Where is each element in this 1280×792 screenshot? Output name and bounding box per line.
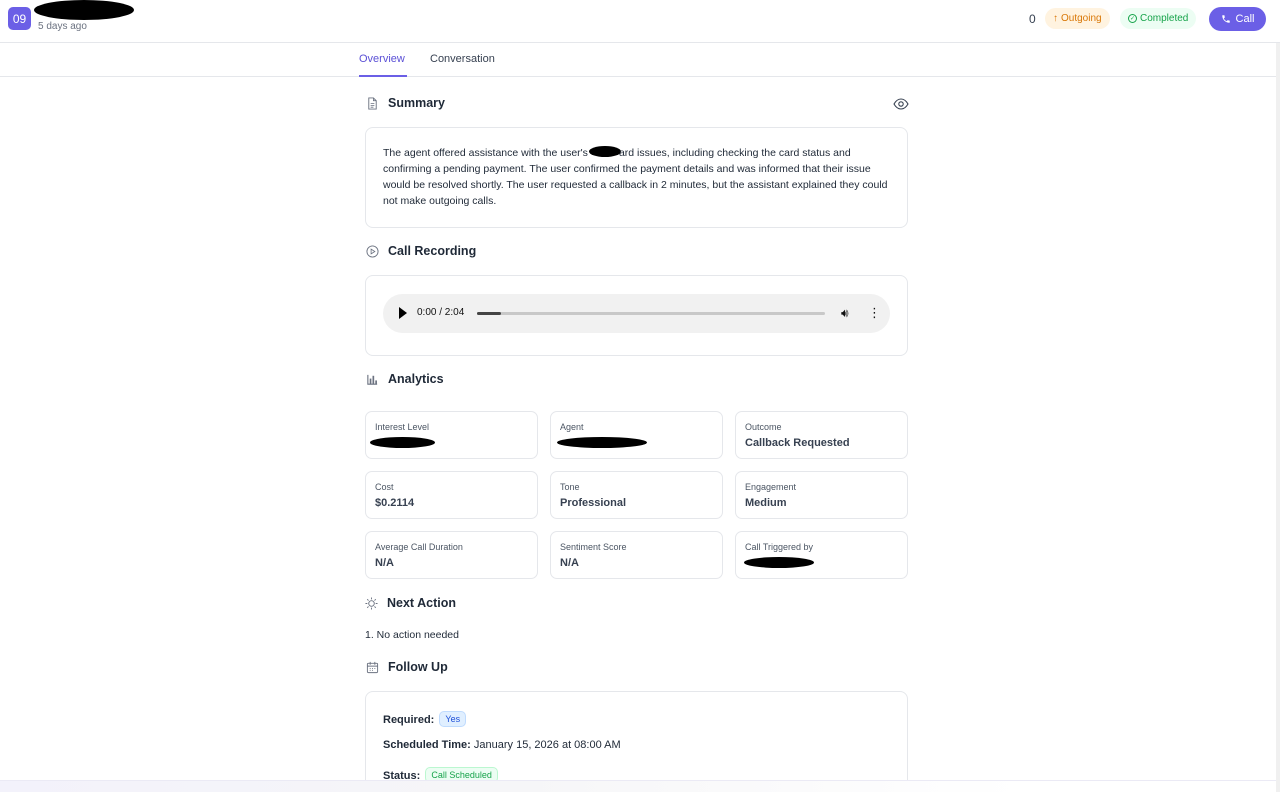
document-icon	[368, 97, 377, 110]
stat-label: Sentiment Score	[560, 542, 627, 552]
call-button[interactable]: Call	[1209, 7, 1266, 31]
analytics-title: Analytics	[388, 372, 444, 386]
direction-badge: ↑ Outgoing	[1045, 8, 1110, 29]
stat-cost: Cost $0.2114	[365, 471, 538, 519]
required-label: Required:	[383, 714, 435, 726]
stat-tone: Tone Professional	[550, 471, 723, 519]
stat-value: $0.2114	[375, 497, 415, 509]
volume-icon[interactable]: 🔊︎	[841, 306, 849, 321]
stat-label: Tone	[560, 482, 580, 492]
scheduled-label: Scheduled Time:	[383, 739, 471, 751]
stat-value: Professional	[560, 497, 627, 509]
follow-up-required-row: Required: Yes	[383, 711, 467, 727]
scrollbar[interactable]	[1276, 43, 1280, 792]
check-circle-icon: ✓	[1128, 14, 1137, 23]
scheduled-value: January 15, 2026 at 08:00 AM	[473, 739, 621, 751]
status-badge: ✓ Completed	[1120, 8, 1197, 29]
summary-text-part-1: The agent offered assistance with the us…	[383, 147, 588, 159]
follow-up-title: Follow Up	[388, 660, 448, 674]
call-button-label: Call	[1235, 13, 1255, 25]
redacted-text	[588, 146, 621, 157]
recording-title: Call Recording	[388, 244, 477, 258]
play-icon[interactable]	[399, 307, 407, 319]
stat-value: N/A	[375, 557, 394, 569]
stat-value: N/A	[560, 557, 579, 569]
stat-outcome: Outcome Callback Requested	[735, 411, 908, 459]
summary-text: The agent offered assistance with the us…	[383, 145, 888, 209]
calendar-icon	[366, 661, 379, 674]
play-circle-icon	[366, 245, 379, 258]
next-action-title: Next Action	[387, 596, 456, 610]
tab-bar: Overview Conversation	[0, 43, 1280, 77]
stat-call-triggered-by: Call Triggered by	[735, 531, 908, 579]
phone-icon	[1221, 15, 1230, 23]
sun-icon	[365, 597, 378, 610]
arrow-up-icon: ↑	[1053, 13, 1058, 24]
more-options-icon[interactable]: ⋮	[868, 305, 881, 321]
audio-player[interactable]: 0:00 / 2:04 🔊︎ ⋮	[383, 294, 890, 333]
call-count: 0	[1029, 12, 1036, 26]
stat-label: Interest Level	[375, 422, 430, 432]
stat-average-call-duration: Average Call Duration N/A	[365, 531, 538, 579]
eye-icon[interactable]	[893, 98, 909, 110]
next-action-item: 1. No action needed	[365, 629, 459, 641]
time-ago: 5 days ago	[38, 21, 87, 32]
status-label: Completed	[1140, 13, 1189, 24]
bar-chart-icon	[367, 374, 378, 385]
redacted-contact-name	[34, 0, 134, 20]
stat-label: Outcome	[745, 422, 782, 432]
stat-label: Call Triggered by	[745, 542, 814, 552]
direction-label: Outgoing	[1061, 13, 1102, 24]
tab-overview[interactable]: Overview	[359, 53, 405, 65]
stat-label: Engagement	[745, 482, 797, 492]
redacted-value	[744, 557, 814, 568]
follow-up-scheduled-row: Scheduled Time: January 15, 2026 at 08:0…	[383, 739, 621, 751]
stat-engagement: Engagement Medium	[735, 471, 908, 519]
required-badge: Yes	[439, 711, 467, 727]
avatar: 09	[8, 7, 31, 30]
stat-sentiment-score: Sentiment Score N/A	[550, 531, 723, 579]
audio-progress-fill	[477, 312, 502, 315]
audio-progress-track[interactable]	[477, 312, 825, 315]
tab-conversation[interactable]: Conversation	[430, 53, 495, 65]
stat-value: Callback Requested	[745, 437, 850, 449]
audio-time: 0:00 / 2:04	[417, 307, 465, 318]
stat-interest-level: Interest Level	[365, 411, 538, 459]
stat-agent: Agent	[550, 411, 723, 459]
stat-label: Agent	[560, 422, 584, 432]
redacted-value	[557, 437, 647, 448]
top-bar: 09 5 days ago 0 ↑ Outgoing ✓ Completed C…	[0, 0, 1280, 43]
active-tab-indicator	[359, 75, 407, 77]
bottom-bar	[0, 780, 1280, 792]
stat-label: Cost	[375, 482, 394, 492]
summary-title: Summary	[388, 96, 445, 110]
redacted-value	[370, 437, 435, 448]
stat-value: Medium	[745, 497, 787, 509]
stat-label: Average Call Duration	[375, 542, 463, 552]
